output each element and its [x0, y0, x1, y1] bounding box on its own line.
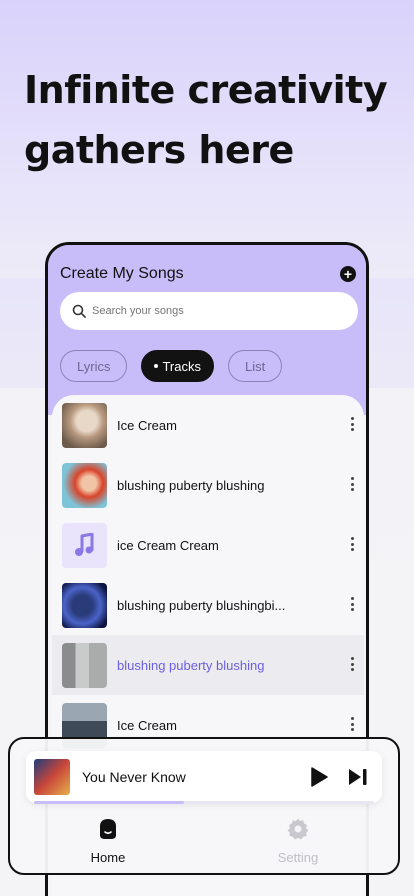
play-icon[interactable]	[310, 767, 328, 787]
nav-setting[interactable]: Setting	[258, 817, 338, 865]
now-playing-title: You Never Know	[82, 769, 186, 785]
list-item[interactable]: Ice Cream	[52, 395, 364, 455]
gear-icon	[287, 818, 309, 840]
app-header: Create My Songs + Lyrics Tracks List	[48, 245, 366, 415]
song-title: ice Cream Cream	[117, 537, 219, 553]
mini-player[interactable]: You Never Know	[26, 751, 382, 803]
album-art	[34, 759, 70, 795]
more-icon[interactable]	[351, 657, 354, 671]
progress-fill	[34, 801, 184, 804]
headline: Infinite creativity gathers here	[24, 68, 388, 172]
song-title: blushing puberty blushing	[117, 657, 265, 673]
bottom-dock: You Never Know Home Setting	[8, 737, 400, 875]
list-item[interactable]: ice Cream Cream	[52, 515, 364, 575]
tab-label: Lyrics	[77, 358, 111, 374]
nav-home-label: Home	[90, 850, 126, 865]
music-note-icon	[62, 522, 107, 568]
tab-bar: Lyrics Tracks List	[60, 350, 283, 382]
gray-room-photo-thumbnail	[62, 642, 107, 688]
search-icon	[72, 304, 86, 318]
song-title: blushing puberty blushingbi...	[117, 597, 286, 613]
tab-lyrics[interactable]: Lyrics	[60, 350, 128, 382]
tab-list[interactable]: List	[228, 350, 283, 382]
more-icon[interactable]	[351, 477, 354, 491]
tab-label: Tracks	[162, 358, 201, 374]
list-item-selected[interactable]: blushing puberty blushing	[52, 635, 364, 695]
list-item[interactable]: blushing puberty blushing	[52, 455, 364, 515]
home-icon	[100, 819, 116, 839]
red-hair-portrait-thumbnail	[62, 462, 107, 508]
song-title: Ice Cream	[117, 417, 177, 433]
more-icon[interactable]	[351, 597, 354, 611]
more-icon[interactable]	[351, 417, 354, 431]
more-icon[interactable]	[351, 717, 354, 731]
list-item[interactable]: blushing puberty blushingbi...	[52, 575, 364, 635]
tab-tracks[interactable]: Tracks	[141, 350, 214, 382]
search-input[interactable]	[92, 305, 322, 317]
more-icon[interactable]	[351, 537, 354, 551]
nav-home[interactable]: Home	[68, 817, 148, 865]
active-dot	[154, 364, 159, 368]
tab-label: List	[245, 358, 266, 374]
blue-guitar-art-thumbnail	[62, 582, 107, 628]
page-title: Create My Songs	[60, 265, 184, 282]
song-title: blushing puberty blushing	[117, 477, 265, 493]
next-track-icon[interactable]	[348, 768, 368, 786]
search-bar[interactable]	[60, 292, 358, 330]
plus-circle-icon[interactable]: +	[340, 266, 356, 282]
nav-setting-label: Setting	[277, 850, 319, 865]
song-title: Ice Cream	[117, 717, 177, 733]
playback-progress[interactable]	[34, 801, 374, 804]
bottom-nav: Home Setting	[10, 817, 398, 867]
statue-art-thumbnail	[62, 402, 107, 448]
